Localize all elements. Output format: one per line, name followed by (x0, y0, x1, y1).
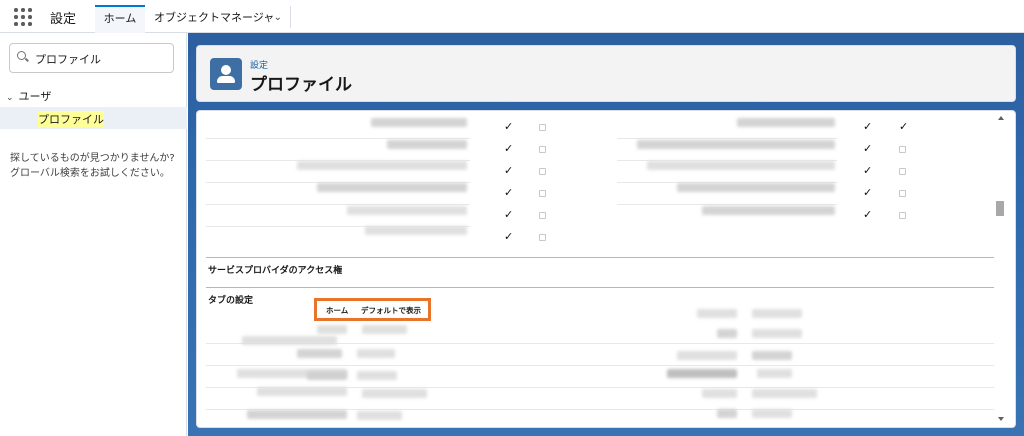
search-icon (17, 51, 26, 60)
permission-check: ✓ (863, 142, 873, 155)
search-input[interactable]: プロファイル (35, 51, 101, 67)
permission-checkbox (899, 146, 906, 153)
tab-divider (290, 6, 291, 28)
blurred-label (297, 349, 342, 358)
global-header: 設定 ホーム オブジェクトマネージャ ⌄ (0, 0, 1024, 33)
blurred-label (647, 161, 835, 170)
blurred-label (297, 161, 467, 170)
blurred-value (307, 371, 347, 380)
permission-check: ✓ (504, 186, 514, 199)
section-divider (206, 257, 994, 258)
blurred-value (317, 325, 347, 334)
tree-item-users-label: ユーザ (18, 90, 52, 103)
blurred-label (737, 118, 835, 127)
blurred-label (317, 183, 467, 192)
blurred-label (702, 206, 835, 215)
tree-item-profiles-label: プロファイル (38, 111, 104, 127)
permission-checkbox (539, 212, 546, 219)
permission-checkbox (539, 124, 546, 131)
vertical-scrollbar[interactable] (994, 111, 1008, 427)
permission-check: ✓ (899, 120, 909, 133)
blurred-label (677, 183, 835, 192)
permission-check: ✓ (504, 208, 514, 221)
permission-check: ✓ (504, 142, 514, 155)
scroll-up-arrow-icon[interactable] (998, 116, 1004, 120)
blurred-label (247, 410, 347, 419)
row-divider (617, 138, 837, 139)
permission-checkbox (899, 190, 906, 197)
scrollbar-thumb[interactable] (996, 201, 1004, 216)
chevron-down-icon[interactable]: ⌄ (6, 93, 14, 103)
blurred-label (717, 329, 737, 338)
blurred-label (387, 140, 467, 149)
search-help-text: 探しているものが見つかりませんか? グローバル検索をお試しください。 (10, 151, 185, 181)
page-title: プロファイル (250, 75, 352, 95)
page-header: 設定 プロファイル (196, 45, 1016, 102)
permission-checkbox (899, 168, 906, 175)
column-header-home: ホーム (326, 306, 349, 315)
tree-item-profiles[interactable]: プロファイル (0, 107, 187, 129)
permission-checkbox (539, 234, 546, 241)
blurred-value (752, 329, 802, 338)
app-name: 設定 (50, 12, 77, 27)
tab-object-manager[interactable]: オブジェクトマネージャ ⌄ (147, 5, 290, 33)
permission-check: ✓ (863, 120, 873, 133)
blurred-label (242, 336, 337, 345)
blurred-label (365, 226, 467, 235)
permission-checkbox (899, 212, 906, 219)
row-divider (206, 204, 470, 205)
permission-check: ✓ (863, 208, 873, 221)
section-title-tab-settings: タブの設定 (208, 296, 254, 306)
blurred-label (347, 206, 467, 215)
tree-item-users[interactable]: ⌄ ユーザ (6, 88, 51, 104)
permission-check: ✓ (504, 230, 514, 243)
blurred-value (752, 409, 792, 418)
app-launcher-icon[interactable] (14, 8, 34, 26)
blurred-value (752, 351, 792, 360)
section-divider (206, 287, 994, 288)
tab-columns-highlight: ホーム デフォルトで表示 (314, 298, 431, 321)
blurred-value (362, 325, 407, 334)
blurred-label (717, 409, 737, 418)
blurred-value (752, 389, 817, 398)
permission-checkbox (539, 168, 546, 175)
profile-icon (210, 58, 242, 90)
quick-find-search[interactable]: プロファイル (9, 43, 174, 73)
blurred-value (752, 309, 802, 318)
chevron-down-icon[interactable]: ⌄ (274, 5, 282, 31)
blurred-label (677, 351, 737, 360)
scroll-down-arrow-icon[interactable] (998, 417, 1004, 421)
help-line-2: グローバル検索をお試しください。 (10, 168, 170, 179)
row-divider (206, 138, 470, 139)
row-divider (617, 204, 837, 205)
section-title-service-provider: サービスプロバイダのアクセス権 (208, 266, 343, 276)
permission-check: ✓ (863, 164, 873, 177)
permission-check: ✓ (863, 186, 873, 199)
blurred-label (257, 387, 347, 396)
blurred-label (702, 389, 737, 398)
row-divider (206, 365, 994, 366)
blurred-label (637, 140, 835, 149)
permission-check: ✓ (504, 164, 514, 177)
help-line-1: 探しているものが見つかりませんか? (10, 153, 175, 164)
blurred-value (357, 411, 402, 420)
blurred-value (757, 369, 792, 378)
tab-home[interactable]: ホーム (95, 5, 145, 33)
blurred-value (362, 389, 427, 398)
profile-detail-frame: ✓ ✓ ✓ ✓ ✓ ✓ ✓ ✓ ✓ ✓ ✓ ✓ サービスプロバイダのアクセス権 … (196, 110, 1016, 428)
permission-checkbox (539, 190, 546, 197)
blurred-value (357, 371, 397, 380)
blurred-value (357, 349, 395, 358)
setup-sidebar: プロファイル ⌄ ユーザ プロファイル 探しているものが見つかりませんか? グロー… (0, 33, 187, 436)
blurred-label (371, 118, 467, 127)
blurred-label (697, 309, 737, 318)
permission-checkbox (539, 146, 546, 153)
permission-check: ✓ (504, 120, 514, 133)
tab-object-manager-label: オブジェクトマネージャ (154, 11, 275, 24)
blurred-label (667, 369, 737, 378)
column-header-default-display: デフォルトで表示 (361, 306, 421, 315)
